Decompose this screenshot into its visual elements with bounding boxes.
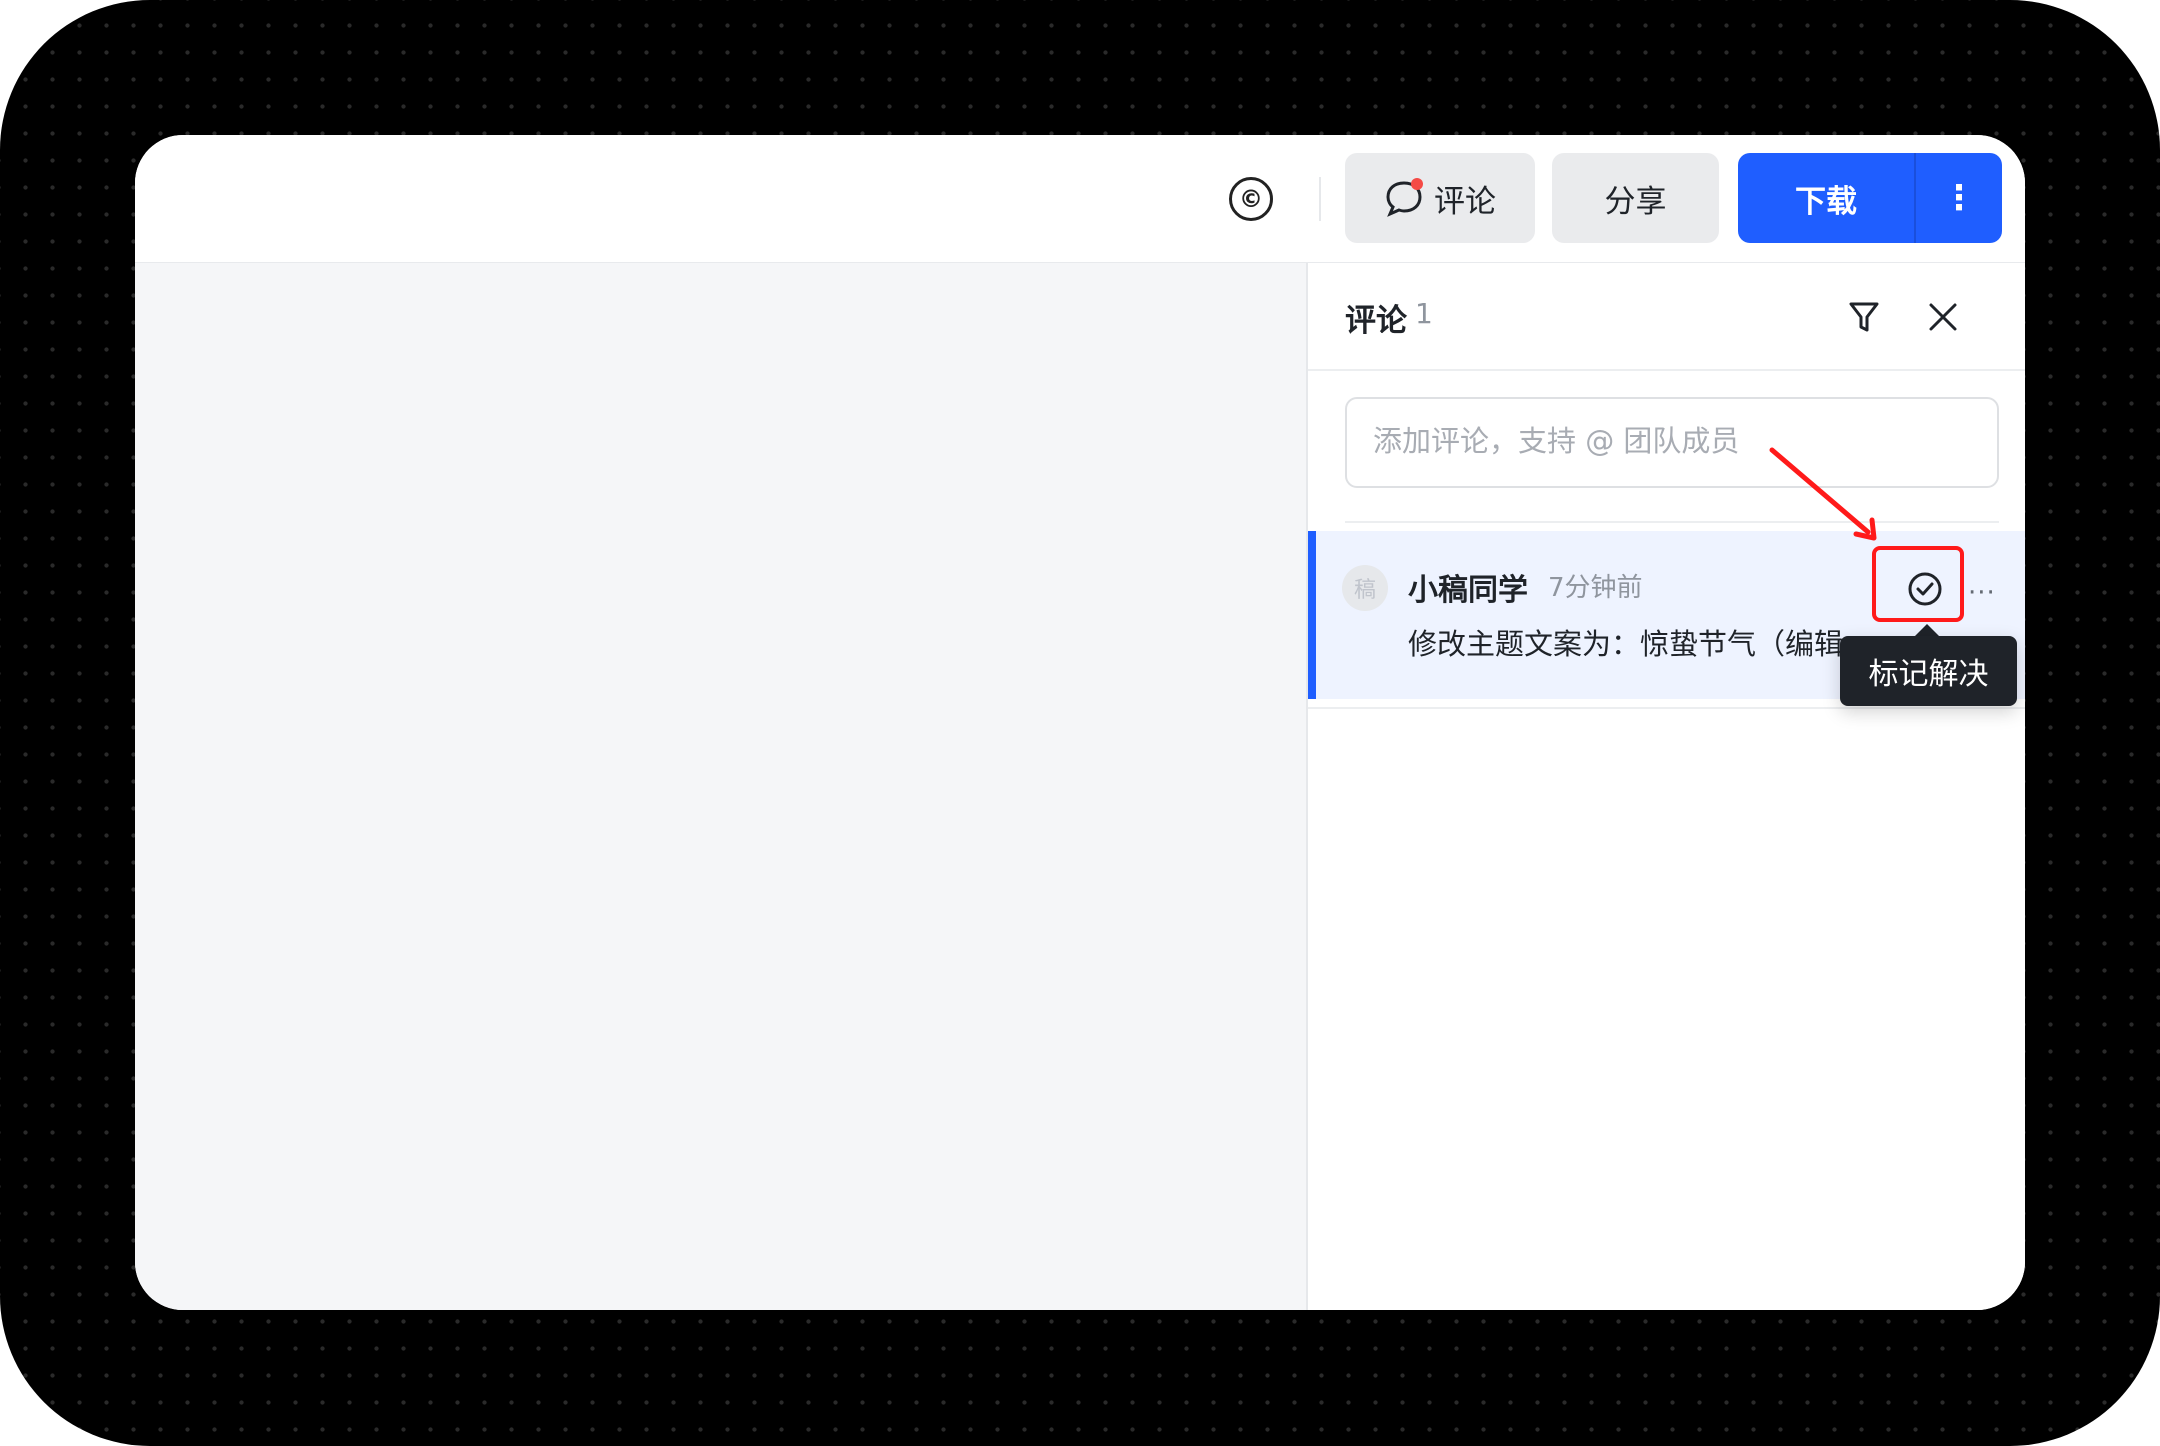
copyright-icon[interactable]: © [1229,177,1273,221]
share-button[interactable]: 分享 [1552,153,1719,243]
more-horizontal-icon[interactable]: ··· [1968,578,1996,608]
share-button-label: 分享 [1604,183,1667,220]
top-toolbar: © 评论 分享 下载 ⋮ [135,135,2025,263]
comment-button-label: 评论 [1434,183,1496,220]
more-vertical-icon: ⋮ [1942,178,1976,218]
check-circle-icon[interactable] [1907,571,1943,607]
comment-divider [1308,707,2025,709]
comment-time: 7分钟前 [1548,573,1643,603]
comment-active-indicator [1308,531,1316,699]
design-canvas[interactable] [135,263,1308,1310]
comment-author: 小稿同学 [1408,573,1528,608]
comment-bubble-icon [1384,178,1424,218]
copyright-symbol: © [1239,185,1263,213]
toolbar-divider [1319,177,1321,221]
resolve-tooltip: 标记解决 [1840,636,2017,706]
comment-body: 修改主题文案为：惊蛰节气（编辑 [1408,627,1844,661]
avatar: 稿 [1342,565,1388,611]
download-button-group: 下载 ⋮ [1738,153,2002,243]
download-button-label: 下载 [1795,183,1857,220]
annotation-arrow-icon [1769,447,1877,541]
panel-title: 评论 [1345,303,1407,339]
avatar-text: 稿 [1353,578,1376,603]
comment-button[interactable]: 评论 [1345,153,1535,243]
app-window: © 评论 分享 下载 ⋮ 评论 1 添加评论，支持 @ 团队成员 稿 小稿同学 … [135,135,2025,1310]
input-divider [1345,521,1999,523]
download-button[interactable]: 下载 [1738,153,1914,243]
resolve-tooltip-text: 标记解决 [1868,657,1989,692]
download-more-button[interactable]: ⋮ [1916,153,2002,243]
comment-input[interactable]: 添加评论，支持 @ 团队成员 [1345,397,1999,488]
comment-count: 1 [1415,297,1433,330]
close-icon[interactable] [1923,297,1963,337]
filter-icon[interactable] [1844,297,1884,337]
comment-panel: 评论 1 添加评论，支持 @ 团队成员 稿 小稿同学 7分钟前 修改主题文案为：… [1308,263,2025,1310]
comment-input-placeholder: 添加评论，支持 @ 团队成员 [1373,424,1740,458]
device-frame: © 评论 分享 下载 ⋮ 评论 1 添加评论，支持 @ 团队成员 稿 小稿同学 … [0,0,2160,1446]
comment-panel-header: 评论 1 [1308,263,2025,371]
notification-dot [1411,178,1423,190]
